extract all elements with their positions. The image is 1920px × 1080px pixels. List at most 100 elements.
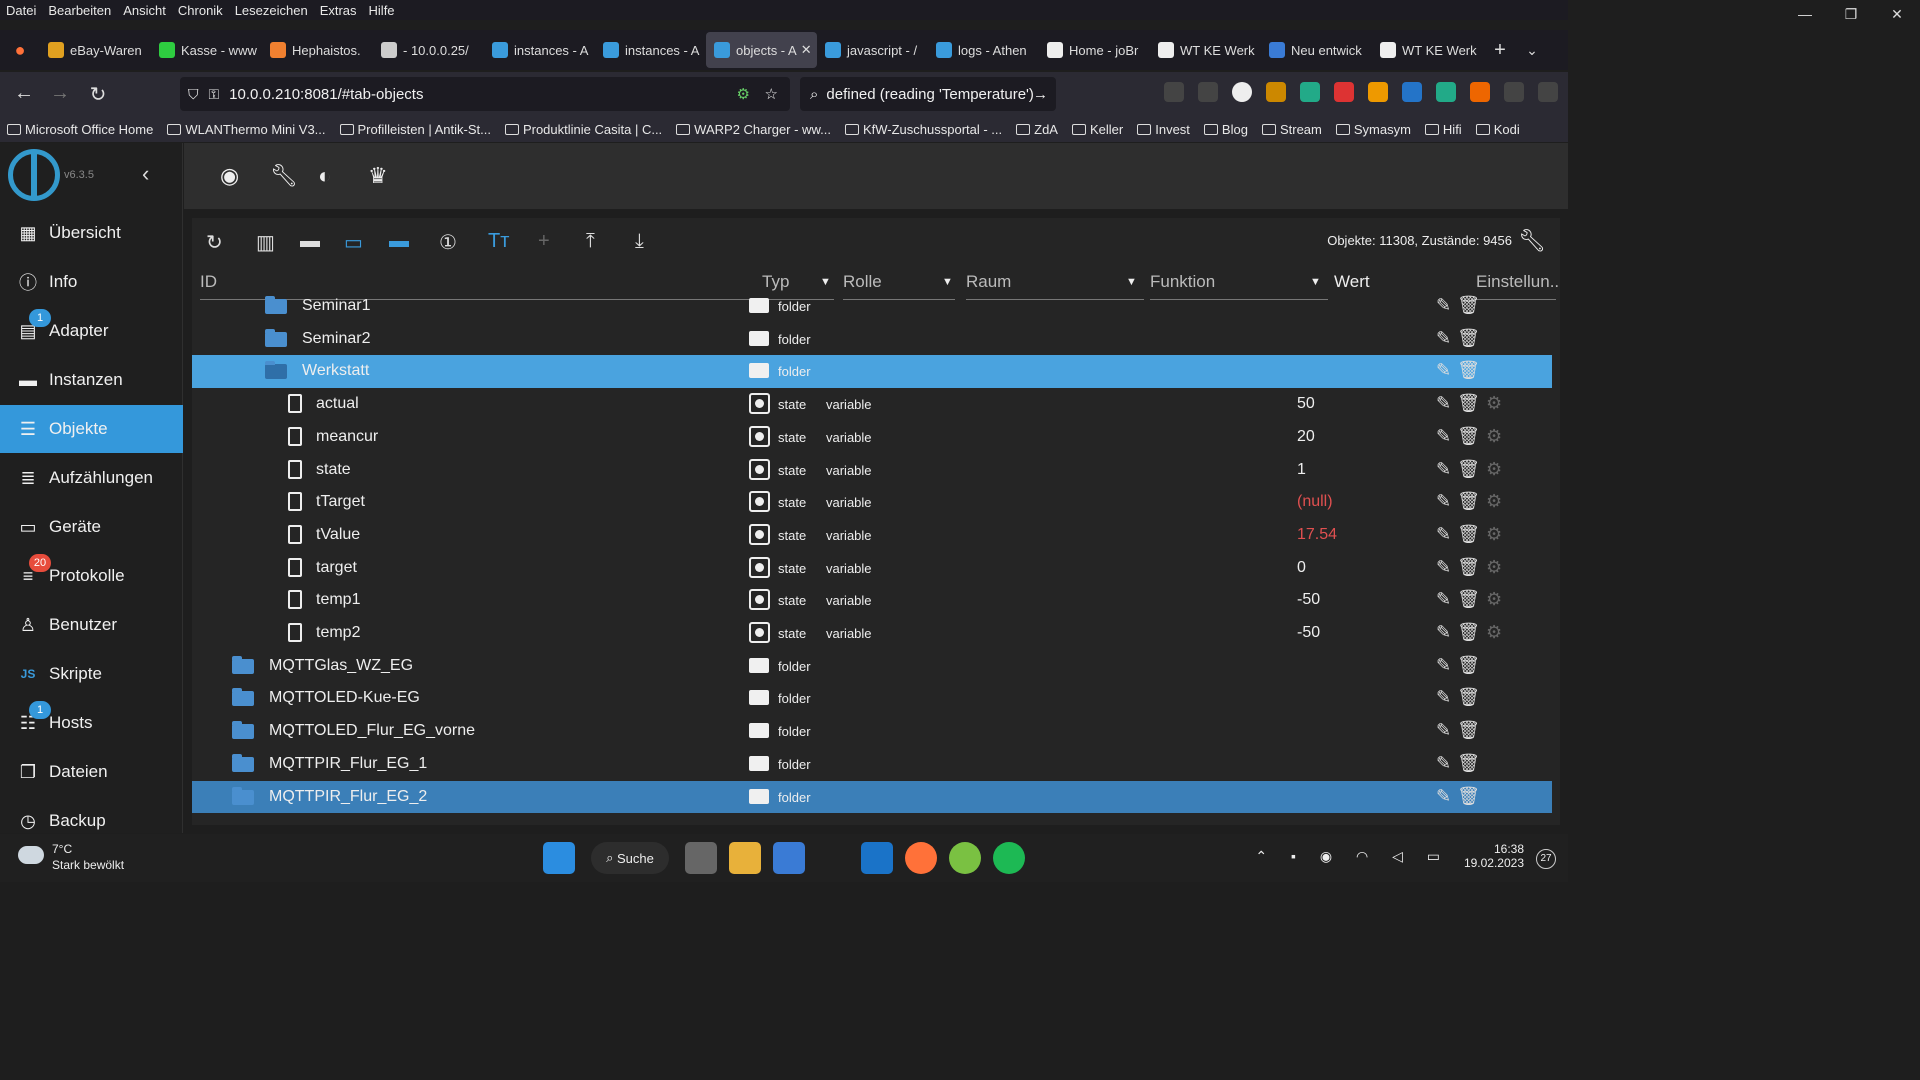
table-row[interactable]: Seminar1 folder ✎🗑︎ (192, 290, 1552, 323)
header-raum[interactable]: Raum (966, 272, 1011, 292)
gear-icon[interactable]: ⚙ (1486, 459, 1508, 479)
folder-open-icon[interactable]: ▭ (344, 230, 363, 255)
object-value[interactable]: -50 (1297, 591, 1320, 609)
menu-item[interactable]: Extras (314, 3, 363, 18)
object-value[interactable]: -50 (1297, 624, 1320, 642)
download-icon[interactable]: ⤓ (635, 230, 644, 253)
bookmark-item[interactable]: Hifi (1418, 122, 1469, 137)
header-id[interactable]: ID (200, 272, 217, 292)
bookmark-item[interactable]: Produktlinie Casita | C... (498, 122, 669, 137)
object-value[interactable]: 1 (1297, 461, 1306, 479)
sidebar-item-geräte[interactable]: ▭ Geräte (0, 503, 183, 551)
table-row[interactable]: MQTTPIR_Flur_EG_2 folder ✎🗑︎ (192, 780, 1552, 814)
table-row[interactable]: MQTTGlas_WZ_EG folder ✎🗑︎ (192, 650, 1552, 683)
bookmark-item[interactable]: Keller (1065, 122, 1130, 137)
browser-tab[interactable]: instances - A (595, 32, 706, 68)
delete-icon[interactable]: 🗑︎ (1457, 328, 1486, 348)
delete-icon[interactable]: 🗑︎ (1457, 295, 1486, 315)
delete-icon[interactable]: 🗑︎ (1457, 491, 1486, 511)
table-row[interactable]: temp1 state variable -50 ✎🗑︎⚙ (192, 584, 1552, 617)
file-explorer-icon[interactable] (729, 842, 761, 874)
browser-tab[interactable]: WT KE Werk (1150, 32, 1261, 68)
back-icon[interactable]: ← (6, 82, 42, 105)
new-tab-icon[interactable]: + (1483, 39, 1517, 62)
bookmark-item[interactable]: Blog (1197, 122, 1255, 137)
object-value[interactable]: 0 (1297, 559, 1306, 577)
bookmark-star-icon[interactable]: ☆ (765, 85, 778, 103)
bookmark-item[interactable]: WLANThermo Mini V3... (160, 122, 332, 137)
menu-item[interactable]: Chronik (172, 3, 229, 18)
header-typ[interactable]: Typ (762, 272, 789, 292)
minimize-icon[interactable]: — (1782, 0, 1828, 28)
windows-start-icon[interactable] (543, 842, 575, 874)
pocket-icon[interactable] (1164, 82, 1184, 102)
download-icon[interactable] (1198, 82, 1218, 102)
bookmark-item[interactable]: Profilleisten | Antik-St... (333, 122, 498, 137)
edit-icon[interactable]: ✎ (1436, 491, 1457, 511)
ext-icon[interactable] (1436, 82, 1456, 102)
gear-icon[interactable]: ⚙ (1486, 557, 1508, 577)
edit-icon[interactable]: ✎ (1436, 459, 1457, 479)
tab-list-icon[interactable]: ⌄ (1517, 42, 1547, 59)
edit-icon[interactable]: ✎ (1436, 557, 1457, 577)
collapse-sidebar-icon[interactable]: ‹ (142, 161, 149, 187)
sidebar-item-objekte[interactable]: ☰ Objekte (0, 405, 183, 453)
gear-icon[interactable]: ⚙ (1486, 622, 1508, 642)
typ-dropdown-icon[interactable]: ▼ (820, 276, 831, 288)
outlook-icon[interactable] (861, 842, 893, 874)
edit-icon[interactable]: ✎ (1436, 295, 1457, 315)
ext-icon[interactable] (1300, 82, 1320, 102)
edit-icon[interactable]: ✎ (1436, 655, 1457, 675)
delete-icon[interactable]: 🗑︎ (1457, 753, 1486, 773)
edit-icon[interactable]: ✎ (1436, 360, 1457, 380)
raum-dropdown-icon[interactable]: ▼ (1126, 276, 1137, 288)
delete-icon[interactable]: 🗑︎ (1457, 589, 1486, 609)
refresh-icon[interactable]: ↻ (206, 230, 223, 255)
edit-icon[interactable]: ✎ (1436, 393, 1457, 413)
notification-badge[interactable]: 27 (1536, 849, 1556, 869)
edit-icon[interactable]: ✎ (1436, 786, 1457, 806)
edit-icon[interactable]: ✎ (1436, 589, 1457, 609)
menu-item[interactable]: Lesezeichen (229, 3, 314, 18)
browser-tab[interactable]: instances - A (484, 32, 595, 68)
browser-tab[interactable]: Home - joBr (1039, 32, 1150, 68)
delete-icon[interactable]: 🗑︎ (1457, 720, 1486, 740)
expert-mode-icon[interactable]: ♛ (368, 163, 388, 189)
reload-icon[interactable]: ↻ (80, 82, 116, 107)
browser-tab[interactable]: objects - A ✕ (706, 32, 817, 68)
ext-icon[interactable] (1402, 82, 1422, 102)
sidebar-item-protokolle[interactable]: ≡ Protokolle 20 (0, 552, 183, 600)
delete-icon[interactable]: 🗑︎ (1457, 622, 1486, 642)
delete-icon[interactable]: 🗑︎ (1457, 687, 1486, 707)
ext-icon[interactable] (1266, 82, 1286, 102)
sidebar-item-instanzen[interactable]: ▬ Instanzen (0, 356, 183, 404)
hamburger-menu-icon[interactable] (1538, 82, 1558, 102)
browser-tab[interactable]: WT KE Werk (1372, 32, 1483, 68)
edit-icon[interactable]: ✎ (1436, 426, 1457, 446)
ext-icon[interactable] (1470, 82, 1490, 102)
bookmark-item[interactable]: Invest (1130, 122, 1197, 137)
add-icon[interactable]: + (538, 230, 550, 253)
folder-icon[interactable]: ▬ (300, 230, 320, 253)
delete-icon[interactable]: 🗑︎ (1457, 426, 1486, 446)
object-value[interactable]: (null) (1297, 493, 1333, 511)
edit-icon[interactable]: ✎ (1436, 753, 1457, 773)
browser-tab[interactable]: javascript - / (817, 32, 928, 68)
gear-icon[interactable]: ⚙ (1486, 524, 1508, 544)
table-row[interactable]: Werkstatt folder ✎🗑︎ (192, 355, 1552, 388)
table-row[interactable]: tValue state variable 17.54 ✎🗑︎⚙ (192, 519, 1552, 552)
sidebar-item-skripte[interactable]: JS Skripte (0, 650, 183, 698)
text-size-icon[interactable]: Tт (488, 230, 509, 253)
sidebar-item-hosts[interactable]: ☷ Hosts 1 (0, 699, 183, 747)
restore-icon[interactable]: ❐ (1828, 0, 1874, 28)
url-bar[interactable]: ⛉ ⚿ 10.0.0.210:8081/#tab-objects ⚙ ☆ (180, 77, 790, 111)
extension-icon[interactable]: ⚙ (737, 85, 750, 103)
delete-icon[interactable]: 🗑︎ (1457, 557, 1486, 577)
bookmark-item[interactable]: Kodi (1469, 122, 1527, 137)
bookmark-item[interactable]: Microsoft Office Home (0, 122, 160, 137)
delete-icon[interactable]: 🗑︎ (1457, 459, 1486, 479)
rolle-dropdown-icon[interactable]: ▼ (942, 276, 953, 288)
object-value[interactable]: 50 (1297, 395, 1315, 413)
table-row[interactable]: actual state variable 50 ✎🗑︎⚙ (192, 388, 1552, 421)
clock[interactable]: 16:38 19.02.2023 (1464, 842, 1524, 870)
